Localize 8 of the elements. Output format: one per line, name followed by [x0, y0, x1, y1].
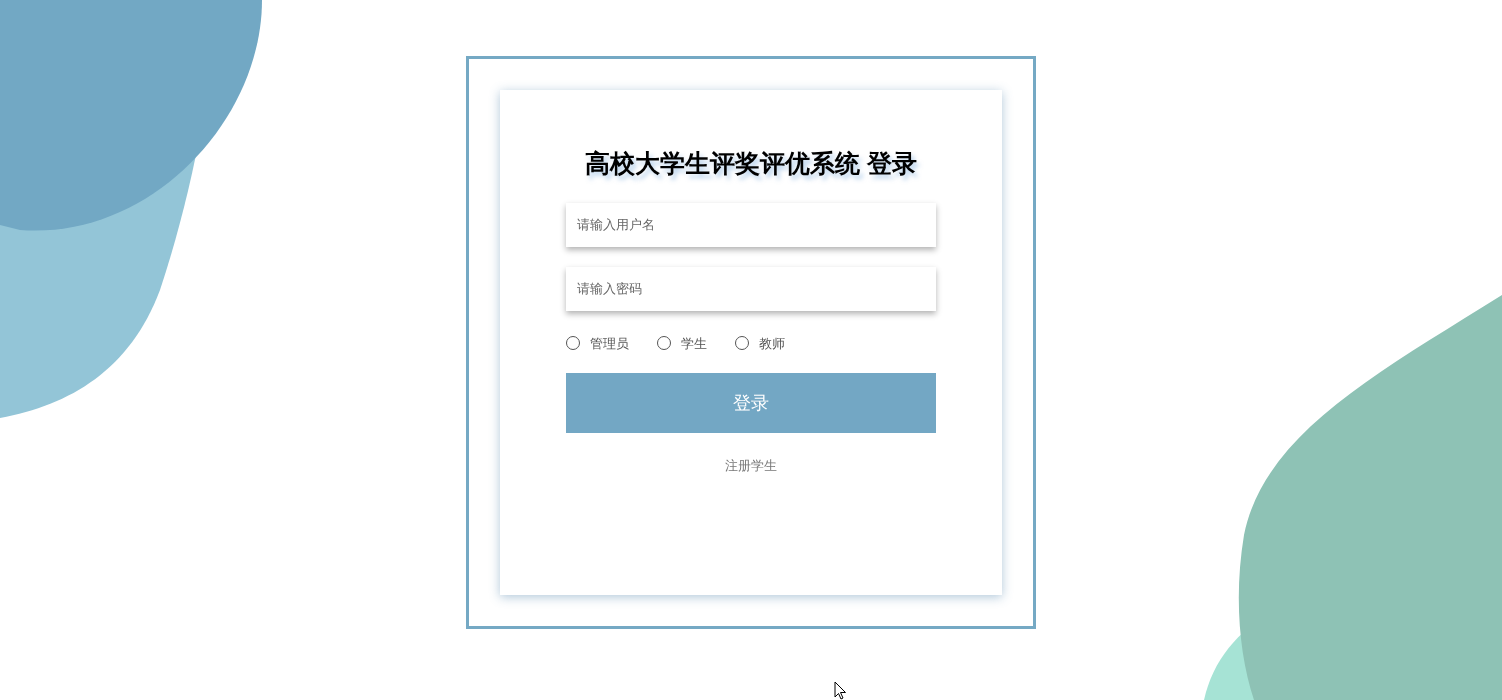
username-field[interactable]: 请输入用户名 [566, 202, 936, 247]
register-link[interactable]: 注册学生 [725, 456, 777, 476]
role-label: 学生 [681, 334, 707, 353]
password-field[interactable]: 请输入密码 [566, 266, 936, 311]
login-title: 高校大学生评奖评优系统 登录 [585, 148, 917, 179]
role-label: 教师 [759, 334, 785, 353]
login-button[interactable]: 登录 [566, 373, 936, 433]
role-label: 管理员 [590, 334, 629, 353]
